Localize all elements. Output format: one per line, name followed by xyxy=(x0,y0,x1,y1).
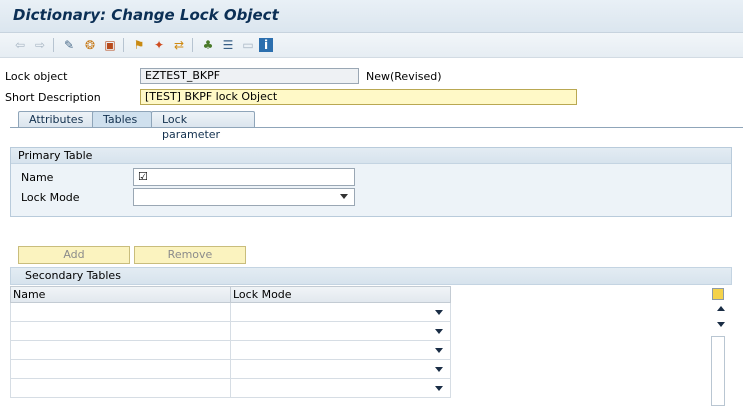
activate-icon[interactable]: ⚑ xyxy=(131,37,147,53)
remove-button[interactable]: Remove xyxy=(134,246,246,264)
chevron-down-icon[interactable] xyxy=(435,386,443,391)
object-list-icon[interactable]: ⇄ xyxy=(171,37,187,53)
secondary-tables-title: Secondary Tables xyxy=(10,267,732,285)
lock-object-label: Lock object xyxy=(5,70,68,83)
vertical-scrollbar[interactable] xyxy=(709,286,733,406)
lock-mode-label: Lock Mode xyxy=(21,191,80,204)
chevron-down-icon xyxy=(340,194,348,199)
lock-mode-cell[interactable] xyxy=(230,341,451,360)
application-toolbar: ⇦ ⇨ ✎ ❂ ▣ ⚑ ✦ ⇄ ♣ ☰ ▭ i xyxy=(0,33,743,58)
lock-mode-cell[interactable] xyxy=(230,303,451,322)
table-row xyxy=(10,303,451,322)
name-cell[interactable] xyxy=(10,360,231,379)
short-description-input[interactable]: [TEST] BKPF lock Object xyxy=(140,89,577,105)
table-row xyxy=(10,379,451,398)
column-header-name[interactable]: Name xyxy=(10,286,231,303)
tab-attributes[interactable]: Attributes xyxy=(18,111,96,127)
lock-object-field: EZTEST_BKPF xyxy=(140,68,359,84)
scroll-down-icon[interactable] xyxy=(717,322,725,327)
add-button[interactable]: Add xyxy=(18,246,130,264)
check-icon[interactable]: ▣ xyxy=(102,37,118,53)
lock-mode-select[interactable] xyxy=(133,188,355,206)
documentation-icon[interactable]: ▭ xyxy=(240,37,256,53)
name-cell[interactable] xyxy=(10,379,231,398)
status-text: New(Revised) xyxy=(366,70,442,83)
column-settings-icon[interactable] xyxy=(712,288,724,300)
info-icon[interactable]: i xyxy=(259,38,273,52)
name-cell[interactable] xyxy=(10,303,231,322)
table-row xyxy=(10,360,451,379)
table-row xyxy=(10,322,451,341)
back-arrow-icon[interactable]: ⇦ xyxy=(12,37,28,53)
primary-table-group: Primary Table Name ☑ Lock Mode xyxy=(10,147,732,217)
primary-table-name-input[interactable]: ☑ xyxy=(133,168,355,186)
short-description-label: Short Description xyxy=(5,91,101,104)
window-title: Dictionary: Change Lock Object xyxy=(13,6,279,24)
display-object-list-icon[interactable]: ☰ xyxy=(220,37,236,53)
scroll-track[interactable] xyxy=(711,336,725,406)
scroll-up-icon[interactable] xyxy=(717,306,725,311)
lock-mode-cell[interactable] xyxy=(230,322,451,341)
title-bar: Dictionary: Change Lock Object xyxy=(0,0,743,33)
lock-mode-cell[interactable] xyxy=(230,360,451,379)
name-cell[interactable] xyxy=(10,341,231,360)
where-used-icon[interactable]: ✦ xyxy=(151,37,167,53)
hierarchy-icon[interactable]: ♣ xyxy=(200,37,216,53)
tab-tables[interactable]: Tables xyxy=(92,111,152,127)
other-object-icon[interactable]: ❂ xyxy=(82,37,98,53)
column-header-lock-mode[interactable]: Lock Mode xyxy=(230,286,451,303)
name-label: Name xyxy=(21,171,54,184)
chevron-down-icon[interactable] xyxy=(435,329,443,334)
table-row xyxy=(10,341,451,360)
display-change-icon[interactable]: ✎ xyxy=(61,37,77,53)
forward-arrow-icon[interactable]: ⇨ xyxy=(32,37,48,53)
name-cell[interactable] xyxy=(10,322,231,341)
lock-mode-cell[interactable] xyxy=(230,379,451,398)
chevron-down-icon[interactable] xyxy=(435,367,443,372)
tab-lock-parameter[interactable]: Lock parameter xyxy=(151,111,255,141)
primary-table-title: Primary Table xyxy=(11,148,731,164)
chevron-down-icon[interactable] xyxy=(435,348,443,353)
chevron-down-icon[interactable] xyxy=(435,310,443,315)
